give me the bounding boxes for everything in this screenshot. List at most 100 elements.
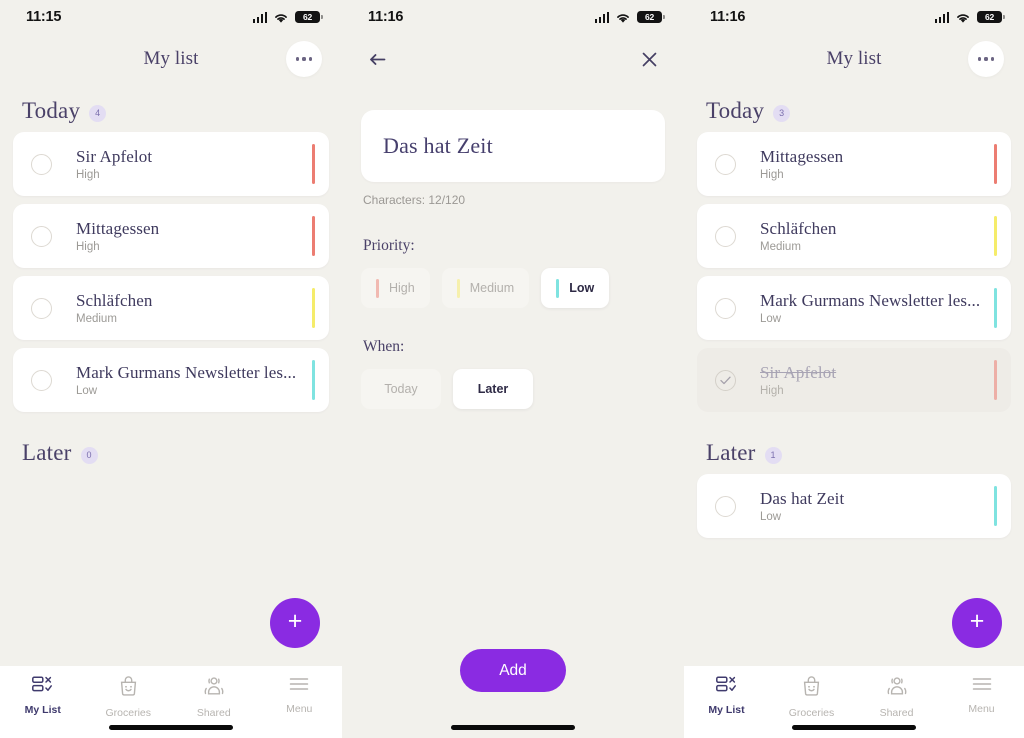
task-priority-label: High [760, 385, 784, 397]
checkbox-unchecked[interactable] [31, 153, 52, 175]
priority-option-label: High [389, 281, 415, 295]
my-list-icon [32, 676, 53, 698]
task-text: Schläfchen Medium [760, 219, 986, 253]
nav-item-label: Shared [196, 707, 231, 719]
nav-item-label: My List [708, 704, 745, 716]
task-row[interactable]: Mark Gurmans Newsletter les... Low [13, 348, 329, 412]
task-text: Mark Gurmans Newsletter les... Low [760, 291, 986, 325]
when-option-today[interactable]: Today [361, 369, 441, 409]
section-count-badge: 3 [773, 104, 791, 122]
section-title: Today [706, 98, 765, 123]
when-option-label: Today [384, 382, 418, 396]
character-counter: Characters: 12/120 [363, 193, 466, 207]
section-header: Later 0 [0, 412, 342, 474]
task-row[interactable]: Sir Apfelot High [13, 132, 329, 196]
battery-level: 62 [302, 12, 313, 22]
panel-add-task-form: 11:16 62 Das hat Zeit Characters: 12/120 Pri… [342, 0, 684, 738]
task-title-input[interactable]: Das hat Zeit [361, 110, 665, 182]
status-bar: 11:15 62 [0, 0, 342, 34]
task-row[interactable]: Schläfchen Medium [697, 204, 1011, 268]
priority-label: Priority: [363, 237, 415, 254]
nav-item-label: Groceries [105, 707, 151, 719]
task-text: Das hat Zeit Low [760, 489, 986, 523]
checkbox-unchecked[interactable] [715, 495, 736, 517]
cellular-signal-icon [252, 11, 267, 23]
task-title: Sir Apfelot [760, 363, 837, 382]
task-row[interactable]: Mittagessen High [697, 132, 1011, 196]
add-task-submit-button[interactable]: Add [460, 649, 566, 692]
hamburger-menu-icon [972, 676, 992, 697]
home-indicator [792, 725, 916, 730]
task-row[interactable]: Mittagessen High [13, 204, 329, 268]
arrow-left-icon[interactable] [362, 44, 392, 74]
task-row[interactable]: Das hat Zeit Low [697, 474, 1011, 538]
dot [990, 57, 994, 61]
priority-option-low[interactable]: Low [541, 268, 610, 308]
dot [302, 57, 306, 61]
task-priority-label: Low [760, 313, 782, 325]
task-title: Schläfchen [76, 291, 153, 310]
nav-item-menu[interactable]: Menu [257, 676, 343, 738]
dot [296, 57, 300, 61]
checkbox-checked[interactable] [715, 369, 736, 391]
battery-level: 62 [644, 12, 655, 22]
add-task-fab[interactable]: + [952, 598, 1002, 648]
wifi-icon [955, 11, 971, 23]
priority-chip-color-bar [456, 278, 460, 298]
checkbox-unchecked[interactable] [31, 297, 52, 319]
bottom-nav: My List Groceries Shared Menu [0, 666, 342, 738]
task-list: Sir Apfelot High Mittagessen High Schläfchen… [0, 132, 342, 412]
status-clock: 11:16 [368, 9, 404, 25]
section-title: Later [22, 440, 72, 465]
priority-color-bar [312, 288, 315, 328]
task-priority-label: High [76, 241, 100, 253]
priority-option-label: Medium [469, 281, 515, 295]
task-row[interactable]: Sir Apfelot High [697, 348, 1011, 412]
checkbox-unchecked[interactable] [31, 225, 52, 247]
dot [984, 57, 988, 61]
nav-item-my-list[interactable]: My List [0, 676, 86, 738]
top-bar: My list [684, 34, 1024, 84]
task-title: Mittagessen [76, 219, 160, 238]
task-title: Mark Gurmans Newsletter les... [760, 291, 981, 310]
close-x-icon[interactable] [634, 44, 664, 74]
panel-list-before: 11:15 62 My list Today 4 Sir Apfelot High Mitta… [0, 0, 342, 738]
groceries-bag-icon [802, 676, 821, 701]
more-dots-icon[interactable] [286, 41, 322, 77]
priority-color-bar [994, 360, 997, 400]
task-list: Mittagessen High Schläfchen Medium Mark Gurm… [684, 132, 1024, 412]
task-title: Mittagessen [760, 147, 844, 166]
panel-list-after: 11:16 62 My list Today 3 Mittagessen High Schlä… [684, 0, 1024, 738]
task-row[interactable]: Mark Gurmans Newsletter les... Low [697, 276, 1011, 340]
status-clock: 11:15 [26, 9, 62, 25]
task-title-input-value: Das hat Zeit [383, 133, 493, 158]
task-text: Mark Gurmans Newsletter les... Low [76, 363, 304, 397]
priority-option-medium[interactable]: Medium [441, 268, 530, 308]
shared-people-icon [203, 676, 225, 701]
checkbox-unchecked[interactable] [715, 225, 736, 247]
hamburger-menu-icon [289, 676, 309, 697]
wifi-icon [273, 11, 289, 23]
checkbox-unchecked[interactable] [715, 153, 736, 175]
more-dots-icon[interactable] [968, 41, 1004, 77]
nav-item-my-list[interactable]: My List [684, 676, 769, 738]
bottom-nav: My List Groceries Shared Menu [684, 666, 1024, 738]
nav-item-menu[interactable]: Menu [939, 676, 1024, 738]
task-title: Das hat Zeit [760, 489, 845, 508]
task-priority-label: Low [760, 511, 782, 523]
priority-color-bar [994, 486, 997, 526]
checkbox-unchecked[interactable] [715, 297, 736, 319]
task-priority-label: Low [76, 385, 98, 397]
when-option-later[interactable]: Later [453, 369, 533, 409]
status-bar: 11:16 62 [684, 0, 1024, 34]
nav-item-label: Shared [879, 707, 914, 719]
signal-bar [942, 14, 945, 23]
signal-bar [934, 18, 937, 23]
checkbox-unchecked[interactable] [31, 369, 52, 391]
priority-option-high[interactable]: High [361, 268, 430, 308]
task-row[interactable]: Schläfchen Medium [13, 276, 329, 340]
priority-color-bar [312, 216, 315, 256]
add-task-fab[interactable]: + [270, 598, 320, 648]
task-text: Mittagessen High [76, 219, 304, 253]
priority-chip-color-bar [556, 278, 560, 298]
